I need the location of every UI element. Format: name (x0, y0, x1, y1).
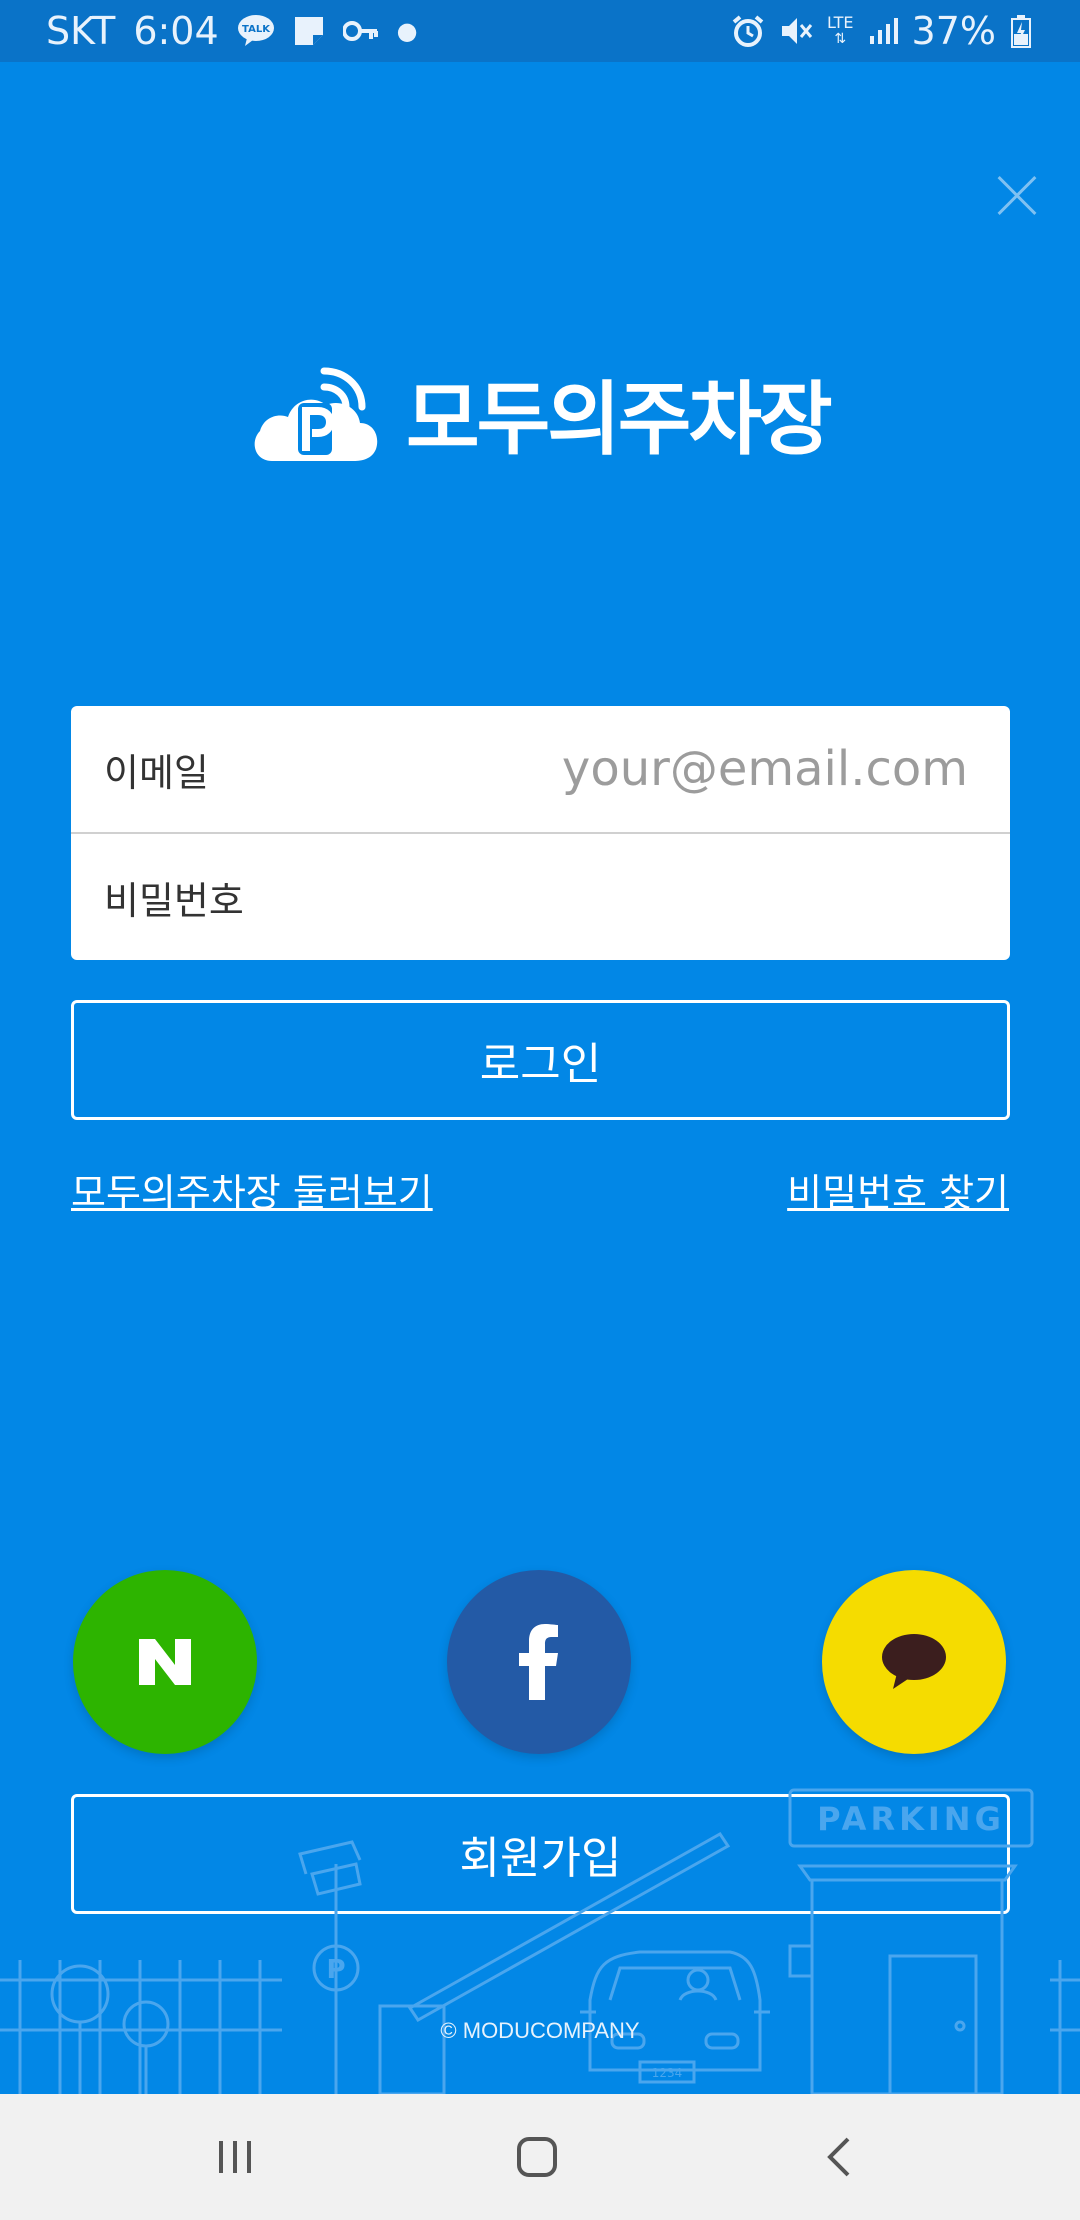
kakaotalk-talk-icon: TALK (237, 15, 274, 46)
app-logo: 모두의주차장 (250, 358, 833, 468)
password-label: 비밀번호 (104, 878, 244, 923)
email-field[interactable] (371, 740, 970, 798)
battery-percent: 37% (911, 9, 996, 53)
login-form: 이메일 비밀번호 (71, 706, 1010, 960)
pole-sign-text: P (326, 1955, 345, 1985)
email-row: 이메일 (71, 706, 1010, 834)
clock: 6:04 (133, 9, 219, 53)
find-password-link[interactable]: 비밀번호 찾기 (787, 1162, 1009, 1217)
network-type: LTE (826, 13, 854, 32)
facebook-login-button[interactable] (447, 1570, 631, 1754)
browse-link[interactable]: 모두의주차장 둘러보기 (71, 1162, 433, 1217)
kakao-speech-bubble-icon (882, 1634, 946, 1689)
facebook-icon (519, 1624, 558, 1700)
login-button[interactable]: 로그인 (71, 1000, 1010, 1120)
signal-icon (869, 18, 898, 44)
naver-icon (139, 1639, 191, 1685)
back-icon[interactable] (810, 2127, 870, 2187)
alarm-icon (732, 15, 764, 47)
navigation-bar (0, 2094, 1080, 2220)
carrier: SKT (46, 9, 116, 53)
mute-icon (781, 18, 813, 44)
password-field[interactable] (371, 868, 970, 926)
parking-cloud-logo-icon (254, 367, 378, 461)
kakao-login-button[interactable] (822, 1570, 1006, 1754)
close-icon[interactable] (995, 174, 1039, 218)
status-bar-right: LTE ⇅ 37% (731, 0, 1032, 62)
copyright-text: © MODUCOMPANY (440, 2018, 640, 2043)
email-label: 이메일 (104, 750, 209, 795)
naver-login-button[interactable] (73, 1570, 257, 1754)
license-plate-text: 1234 (652, 2066, 683, 2080)
key-icon (342, 21, 378, 41)
status-bar: SKT 6:04 TALK ● LTE ⇅ 37% (0, 0, 1080, 62)
sticky-note-icon (294, 17, 323, 45)
password-row: 비밀번호 (71, 834, 1010, 960)
recent-apps-icon[interactable] (205, 2127, 265, 2187)
lte-icon: LTE ⇅ (826, 13, 854, 48)
parking-sign-text: PARKING (817, 1800, 1005, 1838)
parking-lot-illustration: PARKING 1234 P (0, 1788, 1080, 2094)
home-icon[interactable] (507, 2127, 567, 2187)
app-name: 모두의주차장 (406, 373, 833, 466)
talk-badge-text: TALK (242, 24, 271, 35)
status-bar-left: SKT 6:04 TALK ● (46, 0, 418, 62)
dot-icon: ● (396, 17, 418, 45)
battery-icon (1011, 15, 1031, 48)
